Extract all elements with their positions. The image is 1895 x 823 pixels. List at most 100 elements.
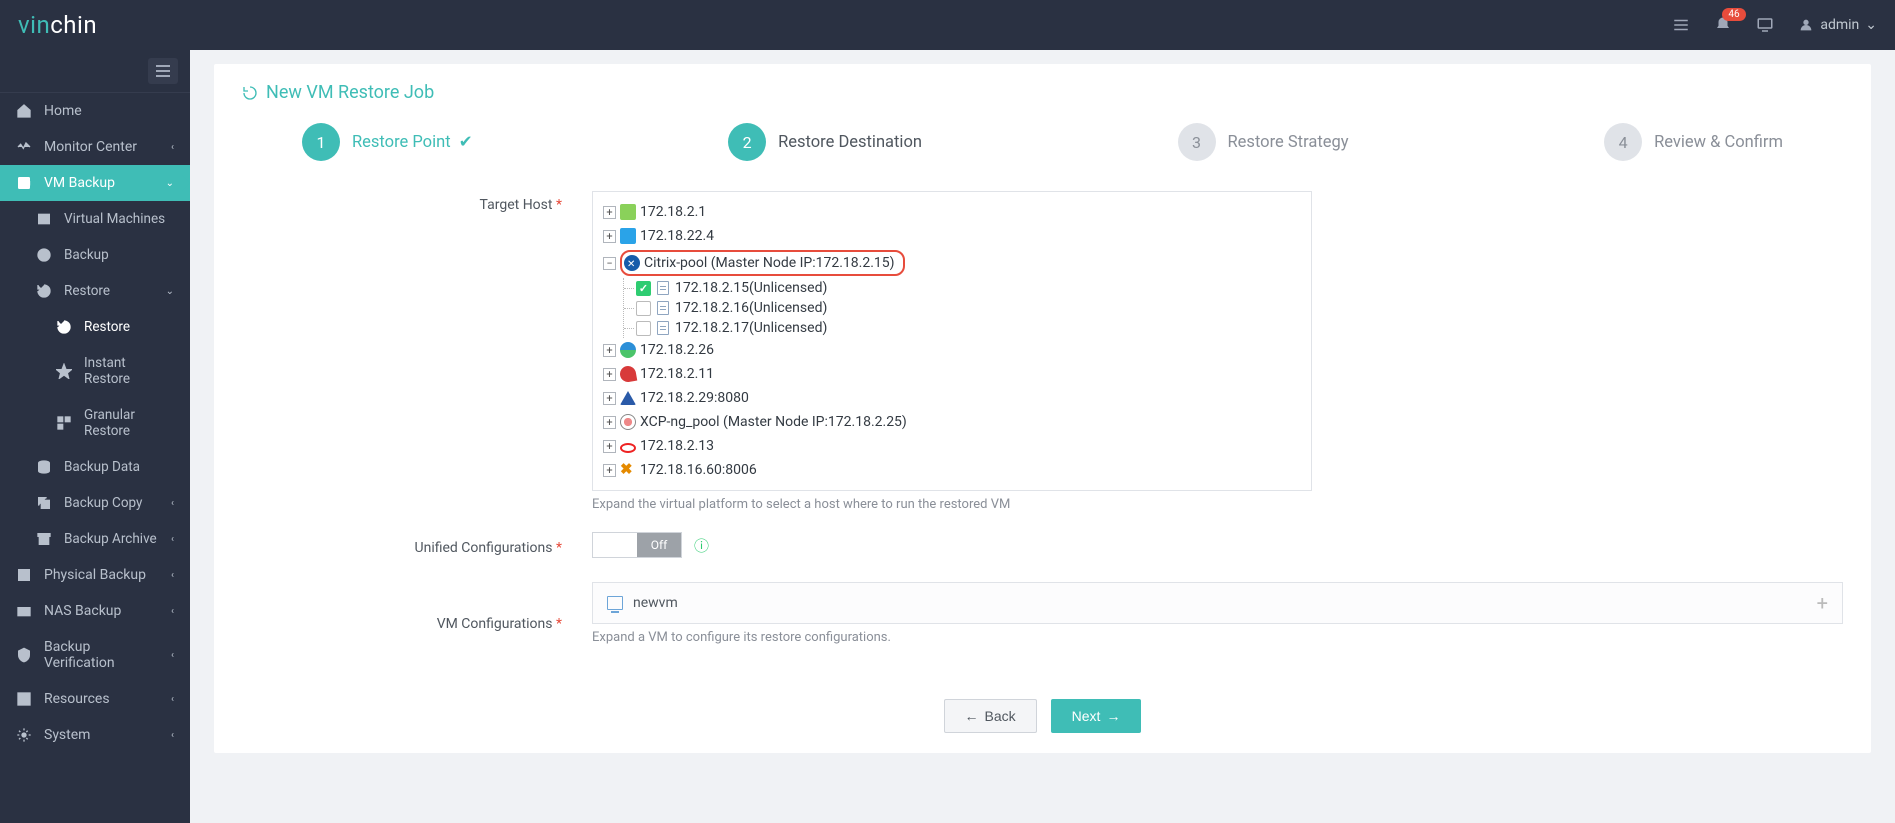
nav-monitor[interactable]: Monitor Center ‹ [0,129,190,165]
sidebar-toggle [0,50,190,93]
next-button[interactable]: Next → [1051,699,1142,733]
unified-toggle[interactable]: Off [592,532,682,558]
sidebar: Home Monitor Center ‹ VM VM Backup ⌄ Vir… [0,50,190,823]
checkbox[interactable] [636,301,651,316]
checkbox[interactable] [636,321,651,336]
database-icon [36,459,52,475]
expand-icon[interactable]: + [603,206,616,219]
nav-backup-copy[interactable]: Backup Copy ‹ [0,485,190,521]
tree-node-citrix[interactable]: − Citrix-pool (Master Node IP:172.18.2.1… [603,248,1301,278]
highlighted-node: Citrix-pool (Master Node IP:172.18.2.15) [620,250,905,276]
gear-icon [16,727,32,743]
nav-backup-archive[interactable]: Backup Archive ‹ [0,521,190,557]
help-text: Expand the virtual platform to select a … [592,497,1843,512]
bell-icon[interactable]: 46 [1714,16,1732,34]
toggle-off: Off [637,533,681,557]
back-button[interactable]: ← Back [944,699,1037,733]
copy-icon [36,495,52,511]
tree-node[interactable]: +✖172.18.16.60:8006 [603,458,1301,482]
nav-instant-restore[interactable]: Instant Restore [0,345,190,397]
page-title: New VM Restore Job [242,82,1843,103]
chevron-left-icon: ‹ [171,650,174,661]
expand-icon[interactable]: + [603,368,616,381]
tree-node[interactable]: +172.18.2.29:8080 [603,386,1301,410]
tree-child-node[interactable]: 172.18.2.16(Unlicensed) [636,298,1301,318]
nav-restore[interactable]: Restore ⌄ [0,273,190,309]
expand-icon[interactable]: + [603,440,616,453]
chevron-left-icon: ‹ [171,142,174,153]
tree-node[interactable]: +172.18.22.4 [603,224,1301,248]
nav-backup[interactable]: Backup [0,237,190,273]
nav-resources[interactable]: Resources ‹ [0,681,190,717]
target-host-row: Target Host * +172.18.2.1 +172.18.22.4 −… [242,191,1843,526]
step-review[interactable]: 4 Review & Confirm [1604,123,1783,161]
target-host-label: Target Host * [242,191,592,213]
triangle-icon [620,390,636,406]
chevron-left-icon: ‹ [171,498,174,509]
checkbox[interactable] [636,281,651,296]
wizard-steps: 1 Restore Point ✔ 2 Restore Destination … [242,123,1843,191]
nav-nas-backup[interactable]: NAS Backup ‹ [0,593,190,629]
monitor-icon[interactable] [1756,16,1774,34]
collapse-icon[interactable]: − [603,257,616,270]
tree-node[interactable]: +XCP-ng_pool (Master Node IP:172.18.2.25… [603,410,1301,434]
nav-label: Restore [84,319,130,335]
nav-label: Instant Restore [84,355,174,387]
tree-child-node[interactable]: 172.18.2.15(Unlicensed) [636,278,1301,298]
step-restore-strategy[interactable]: 3 Restore Strategy [1178,123,1349,161]
tree-node[interactable]: +172.18.2.1 [603,200,1301,224]
step-num: 4 [1604,123,1642,161]
tree-node[interactable]: +172.18.2.11 [603,362,1301,386]
logo-rest: chin [50,11,97,39]
chevron-left-icon: ‹ [171,606,174,617]
nav-label: Resources [44,691,110,707]
nav-vm-backup[interactable]: VM VM Backup ⌄ [0,165,190,201]
vm-config-box[interactable]: newvm + [592,582,1843,624]
vm-backup-icon: VM [16,175,32,191]
nav-label: Backup Verification [44,639,159,671]
archive-icon [36,531,52,547]
nav-label: Home [44,103,82,119]
user-menu[interactable]: admin ⌄ [1798,17,1877,33]
expand-icon[interactable]: + [603,464,616,477]
nav-physical-backup[interactable]: Physical Backup ‹ [0,557,190,593]
nav-label: Virtual Machines [64,211,165,227]
server-icon [36,211,52,227]
nav-backup-verification[interactable]: Backup Verification ‹ [0,629,190,681]
expand-vm-icon[interactable]: + [1817,591,1828,615]
logo-accent: vin [18,11,50,39]
home-icon [16,103,32,119]
chevron-down-icon: ⌄ [1865,17,1877,33]
nav-label: System [44,727,90,743]
server-icon [657,301,669,315]
expand-icon[interactable]: + [603,230,616,243]
nav-backup-data[interactable]: Backup Data [0,449,190,485]
arrow-right-icon: → [1106,708,1120,724]
step-restore-destination[interactable]: 2 Restore Destination [728,123,922,161]
nav-system[interactable]: System ‹ [0,717,190,753]
user-name: admin [1820,17,1859,33]
expand-icon[interactable]: + [603,416,616,429]
info-icon[interactable]: ⓘ [694,535,709,556]
granular-icon [56,415,72,431]
backup-icon [36,247,52,263]
notification-badge: 46 [1722,8,1745,21]
expand-icon[interactable]: + [603,392,616,405]
expand-icon[interactable]: + [603,344,616,357]
restore-icon [36,283,52,299]
nav-label: VM Backup [44,175,115,191]
nav-granular-restore[interactable]: Granular Restore [0,397,190,449]
nav-label: NAS Backup [44,603,121,619]
nav-restore-sub[interactable]: Restore [0,309,190,345]
hamburger-icon[interactable] [148,58,178,84]
tree-node[interactable]: +172.18.2.13 [603,434,1301,458]
step-num: 3 [1178,123,1216,161]
tree-node[interactable]: +172.18.2.26 [603,338,1301,362]
step-restore-point[interactable]: 1 Restore Point ✔ [302,123,473,161]
tree-child-node[interactable]: 172.18.2.17(Unlicensed) [636,318,1301,338]
chevron-down-icon: ⌄ [166,178,174,189]
nav-home[interactable]: Home [0,93,190,129]
nav-virtual-machines[interactable]: Virtual Machines [0,201,190,237]
nav-label: Backup [64,247,109,263]
list-icon[interactable] [1672,16,1690,34]
